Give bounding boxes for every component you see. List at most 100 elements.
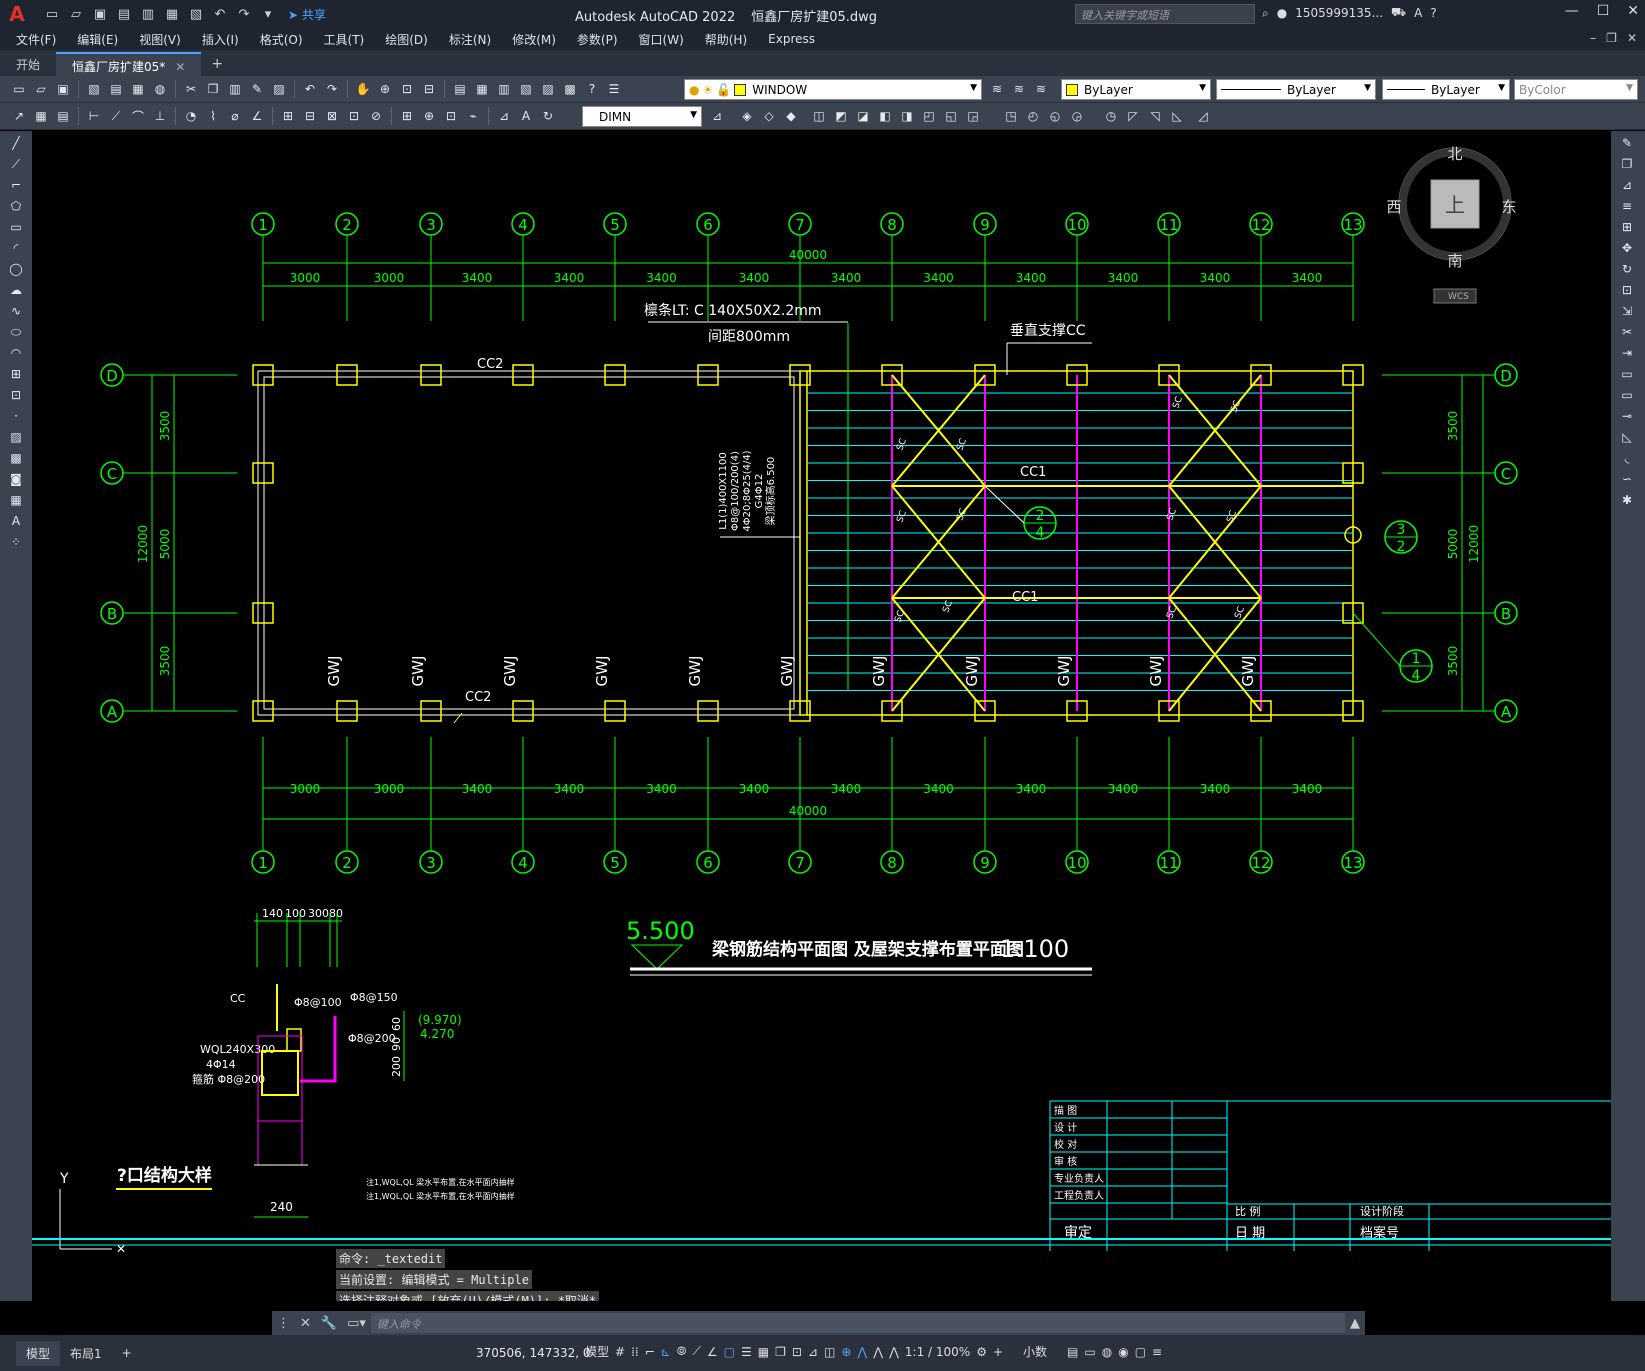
open-file-icon[interactable]: ▱ [66, 5, 86, 23]
viewcube-top-label[interactable]: 上 [1445, 193, 1465, 217]
note-line[interactable]: 注1,WQL,QL 梁水平布置,在水平面内抽样 [366, 1177, 515, 1187]
dim-span-bottom[interactable]: 3400 [831, 782, 862, 796]
clean-screen-icon[interactable]: ▢ [1135, 1345, 1146, 1359]
viewcube-north[interactable]: 北 [1447, 145, 1462, 163]
dimstyle-dropdown[interactable]: DIMN ▼ [582, 106, 702, 127]
match-prop-icon[interactable]: ✎ [248, 80, 266, 98]
splinedit-icon[interactable]: ◺ [1168, 107, 1186, 125]
save-as-icon[interactable]: ▤ [114, 5, 134, 23]
polygon-icon[interactable]: ⬠ [6, 197, 26, 215]
infer-icon[interactable]: ⌐ [645, 1345, 655, 1359]
insert-block-icon[interactable]: ⊞ [6, 365, 26, 383]
menu-draw[interactable]: 绘图(D) [385, 31, 428, 48]
dim-span-bottom[interactable]: 3000 [374, 782, 405, 796]
titleblock-label[interactable]: 专业负责人 [1054, 1172, 1104, 1185]
dim-span-bottom[interactable]: 3400 [1200, 782, 1231, 796]
rotate-icon[interactable]: ◪ [854, 107, 872, 125]
auto-scale-icon[interactable]: ⋀ [873, 1345, 883, 1359]
mtext-icon[interactable]: ▤ [54, 107, 72, 125]
grid-label-top[interactable]: 10 [1067, 216, 1086, 234]
coordinates-readout[interactable]: 370506, 147332, 0 [476, 1346, 591, 1360]
dim-span-top[interactable]: 3400 [1016, 271, 1047, 285]
dim-total-top[interactable]: 40000 [789, 248, 827, 262]
chamfer-icon-2[interactable]: ◺ [1617, 428, 1637, 446]
annotation-scale-value[interactable]: 1:1 / 100% [905, 1345, 970, 1359]
purlin-spacing[interactable]: 间距800mm [708, 329, 790, 345]
save-icon-2[interactable]: ▣ [54, 80, 72, 98]
grid-label-top[interactable]: 1 [258, 216, 268, 234]
search-icon[interactable]: ⌕ [1262, 6, 1269, 21]
detail-label[interactable]: Φ8@200 [348, 1032, 396, 1045]
tool-palettes-icon[interactable]: ▥ [495, 80, 513, 98]
detail-bubble-sheet[interactable]: 4 [1036, 525, 1045, 541]
break-icon[interactable]: ◰ [920, 107, 938, 125]
drawing-canvas[interactable]: 1 1 2 2 3 3 4 4 5 5 6 6 7 7 8 8 9 9 10 10 11 11 12 12 13 13 40000 4… [32, 131, 1611, 1301]
detail-leader[interactable] [1352, 612, 1401, 667]
column-square[interactable] [512, 700, 534, 722]
ucs-x-label[interactable]: ✕ [116, 1242, 126, 1256]
dim-span-bottom[interactable]: 3400 [554, 782, 585, 796]
chamfer-icon[interactable]: ◲ [964, 107, 982, 125]
doc-minimize-icon[interactable]: – [1590, 31, 1596, 45]
gizmo-icon[interactable]: ⊕ [841, 1345, 851, 1359]
search-input[interactable]: 键入关键字或短语 [1075, 4, 1255, 24]
array-icon[interactable]: ◷ [1102, 107, 1120, 125]
grid-label-bottom[interactable]: 6 [703, 854, 713, 872]
copy-object-icon[interactable]: ◇ [760, 107, 778, 125]
elevation-triangle[interactable] [630, 944, 684, 970]
brace-mark[interactable]: SC [955, 437, 969, 452]
brace-mark[interactable]: SC [895, 437, 909, 452]
gwj-label[interactable]: GWJ [1147, 656, 1165, 687]
plot-icon[interactable]: ▧ [186, 5, 206, 23]
detail-label[interactable]: Φ8@100 [294, 996, 342, 1009]
dimtedit-icon[interactable]: A [517, 107, 535, 125]
dim-aligned-icon[interactable]: ⟋ [107, 107, 125, 125]
table-icon-2[interactable]: ▦ [6, 491, 26, 509]
gwj-label[interactable]: GWJ [501, 656, 519, 687]
design-center-icon[interactable]: ▦ [473, 80, 491, 98]
grid-label-top[interactable]: 2 [342, 216, 352, 234]
gwj-label[interactable]: GWJ [778, 656, 796, 687]
break-icon-2[interactable]: ▭ [1617, 386, 1637, 404]
vertical-brace-label[interactable]: 垂直支撑CC [1010, 322, 1086, 339]
linetype-dropdown[interactable]: ByLayer ▼ [1216, 79, 1376, 100]
circle-icon[interactable]: ◯ [6, 260, 26, 278]
gwj-label[interactable]: GWJ [686, 656, 704, 687]
dim-span-top[interactable]: 3400 [1292, 271, 1323, 285]
doc-close-icon[interactable]: ✕ [1627, 31, 1637, 45]
hardware-accel-icon[interactable]: ◉ [1118, 1345, 1128, 1359]
dim-span-top[interactable]: 3400 [739, 271, 770, 285]
detail-wall-top[interactable] [286, 1028, 302, 1052]
beam-note-line[interactable]: G4Φ12 [754, 474, 765, 509]
help-icon[interactable]: ? [1430, 6, 1436, 20]
row-label-right[interactable]: C [1501, 465, 1511, 483]
undo-icon[interactable]: ↶ [210, 5, 230, 23]
ucs-y-label[interactable]: Y [59, 1171, 69, 1187]
chevron-up-icon[interactable]: ▲ [1350, 1316, 1360, 1331]
offset-icon-2[interactable]: ≡ [1617, 197, 1637, 215]
beam-note-line[interactable]: L1(1)400X1100 [718, 452, 729, 530]
markup-icon[interactable]: ▨ [539, 80, 557, 98]
extend-icon[interactable]: ◨ [898, 107, 916, 125]
menu-insert[interactable]: 插入(I) [202, 31, 239, 48]
dim-style-manager-icon[interactable]: ⊿ [708, 107, 726, 125]
erase-icon-2[interactable]: ✎ [1617, 134, 1637, 152]
dim-diameter-icon[interactable]: ⌀ [226, 107, 244, 125]
trim-icon[interactable]: ◧ [876, 107, 894, 125]
grid-label-top[interactable]: 13 [1343, 216, 1362, 234]
dim-span-top[interactable]: 3400 [1108, 271, 1139, 285]
revcloud-icon[interactable]: ☁ [6, 281, 26, 299]
column-square[interactable] [604, 364, 626, 386]
cad-drawing[interactable]: 1122334455667788991010111112121313400004… [32, 131, 1611, 1301]
new-file-icon[interactable]: ▭ [42, 5, 62, 23]
row-label-right[interactable]: A [1501, 703, 1512, 721]
tab-start[interactable]: 开始 [0, 52, 56, 76]
redo-icon[interactable]: ↷ [234, 5, 254, 23]
offset-icon[interactable]: ◶ [1068, 107, 1086, 125]
viewcube-west[interactable]: 西 [1386, 198, 1401, 216]
row-label-right[interactable]: B [1501, 605, 1511, 623]
gwj-label[interactable]: GWJ [1239, 656, 1257, 687]
point-icon[interactable]: · [6, 407, 26, 425]
cc2-label-bottom[interactable]: CC2 [465, 690, 491, 705]
grid-label-bottom[interactable]: 10 [1067, 854, 1086, 872]
